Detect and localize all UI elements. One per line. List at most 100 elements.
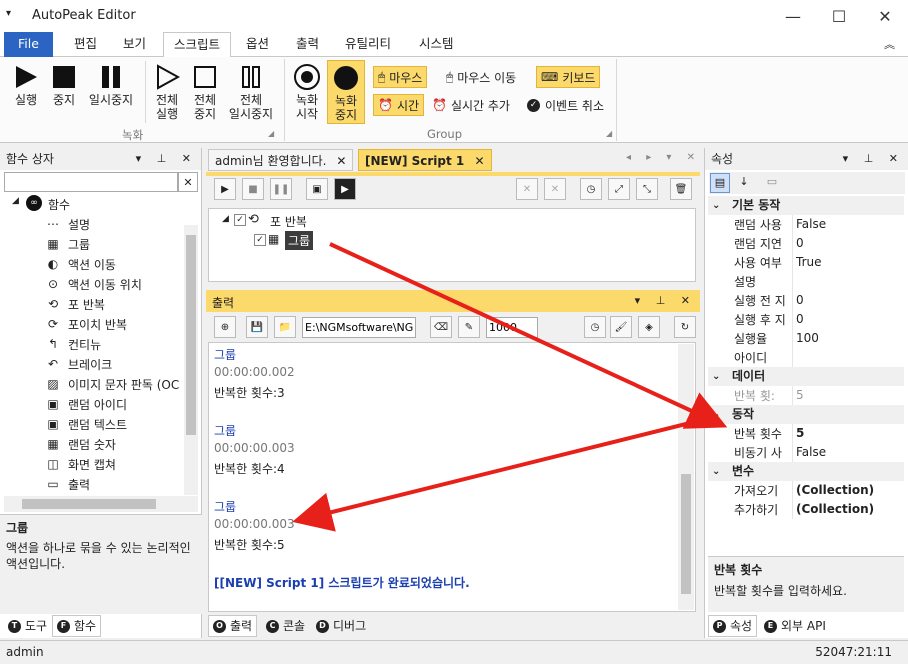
function-item[interactable]: ◐ 액션 이동 (46, 254, 116, 274)
tab-close-icon[interactable]: ✕ (474, 154, 484, 168)
editor-timer-icon[interactable]: ◷ (580, 178, 602, 200)
tree-loop-label[interactable]: 포 반복 (270, 213, 307, 230)
output-path-field[interactable] (302, 317, 416, 338)
editor-collapse-icon[interactable]: ⤡ (636, 178, 658, 200)
tree-group-label[interactable]: 그룹 (285, 231, 314, 250)
property-category[interactable]: ⌄ 변수 (708, 462, 904, 481)
dialog-launcher-icon[interactable]: ◢ (606, 129, 612, 138)
maximize-icon[interactable]: ☐ (816, 0, 862, 32)
sort-az-icon[interactable]: ↓ (734, 173, 754, 193)
pause-all-button[interactable]: 전체 일시중지 (224, 63, 278, 121)
mouse-move-toggle[interactable]: 🖱 마우스 이동 (446, 66, 516, 88)
function-item[interactable]: ▦ 그룹 (46, 234, 90, 254)
categorized-icon[interactable]: ▤ (710, 173, 730, 193)
tab-external-api[interactable]: E 외부 API (760, 615, 830, 637)
output-clear-icon[interactable]: ⌫ (430, 316, 452, 338)
property-row[interactable]: 반복 횟수 5 (708, 424, 904, 443)
property-row[interactable]: 가져오기 (Collection) (708, 481, 904, 500)
tab-tools[interactable]: T 도구 (4, 615, 51, 637)
function-item[interactable]: ▣ 랜덤 아이디 (46, 394, 127, 414)
menu-view[interactable]: 보기 (113, 32, 156, 57)
ribbon-collapse-icon[interactable]: ︽ (884, 36, 895, 52)
category-collapse-icon[interactable]: ⌄ (712, 462, 720, 481)
property-row[interactable]: 사용 여부 True (708, 253, 904, 272)
run-button[interactable]: 실행 (10, 63, 42, 107)
editor-disable-icon[interactable]: ✕ (516, 178, 538, 200)
dialog-launcher-icon[interactable]: ◢ (268, 129, 274, 138)
menu-utility[interactable]: 유틸리티 (335, 32, 401, 57)
category-collapse-icon[interactable]: ⌄ (712, 196, 720, 215)
output-scrollbar[interactable] (678, 344, 694, 610)
function-item[interactable]: ▦ 랜덤 숫자 (46, 434, 116, 454)
system-menu-icon[interactable]: ▾ (6, 8, 11, 19)
output-eraser-icon[interactable]: ✎ (458, 316, 480, 338)
function-item[interactable]: ▣ 랜덤 텍스트 (46, 414, 127, 434)
editor-run-selection-icon[interactable]: ▶ (334, 178, 356, 200)
event-cancel-toggle[interactable]: ✓ 이벤트 취소 (527, 94, 604, 116)
property-row[interactable]: 아이디 (708, 348, 904, 367)
tab-output[interactable]: O 출력 (208, 615, 258, 637)
property-row[interactable]: 설명 (708, 272, 904, 291)
editor-expand-icon[interactable]: ⤢ (608, 178, 630, 200)
tab-close-icon[interactable]: ✕ (336, 154, 346, 168)
property-row[interactable]: 랜덤 사용 False (708, 215, 904, 234)
function-item[interactable]: ▨ 이미지 문자 판독 (OC (46, 374, 179, 394)
editor-delete-icon[interactable]: 🗑 (670, 178, 692, 200)
realtime-add-toggle[interactable]: ⏰ 실시간 추가 (432, 94, 510, 116)
tab-debug[interactable]: D 디버그 (312, 615, 370, 637)
function-hscrollbar[interactable] (4, 496, 198, 512)
panel-controls-icon[interactable]: ▾ ⊥ ✕ (843, 148, 904, 170)
time-toggle[interactable]: ⏰ 시간 (373, 94, 425, 116)
output-brush-icon[interactable]: 🖌 (610, 316, 632, 338)
record-stop-button[interactable]: 녹화 중지 (327, 60, 365, 124)
function-item[interactable]: ⟳ 포이치 반복 (46, 314, 127, 334)
category-collapse-icon[interactable]: ⌄ (712, 405, 720, 424)
property-category[interactable]: ⌄ 동작 (708, 405, 904, 424)
editor-disable2-icon[interactable]: ✕ (544, 178, 566, 200)
function-scrollbar[interactable] (184, 225, 198, 495)
keyboard-toggle[interactable]: ⌨ 키보드 (536, 66, 601, 88)
property-pages-icon[interactable]: ▭ (762, 173, 782, 193)
function-item[interactable]: ⋯ 설명 (46, 214, 90, 234)
function-item[interactable]: ⊙ 액션 이동 위치 (46, 274, 142, 294)
property-row[interactable]: 반복 횟: 5 (708, 386, 904, 405)
mouse-toggle[interactable]: 🖱 마우스 (373, 66, 428, 88)
function-item[interactable]: ↰ 컨티뉴 (46, 334, 101, 354)
property-category[interactable]: ⌄ 기본 동작 (708, 196, 904, 215)
tab-nav-icon[interactable]: ◂ ▸ ▾ ✕ (626, 152, 701, 163)
output-refresh-icon[interactable]: ↻ (674, 316, 696, 338)
output-save-icon[interactable]: 💾 (246, 316, 268, 338)
output-folder-icon[interactable]: 📁 (274, 316, 296, 338)
close-icon[interactable]: ✕ (862, 0, 908, 32)
menu-edit[interactable]: 편집 (64, 32, 107, 57)
editor-stop-icon[interactable]: ■ (242, 178, 264, 200)
search-clear-icon[interactable]: ✕ (178, 172, 198, 192)
tab-properties[interactable]: P 속성 (708, 615, 758, 637)
tab-console[interactable]: C 콘솔 (262, 615, 309, 637)
output-limit-stepper[interactable] (486, 317, 538, 338)
menu-file[interactable]: File (4, 32, 53, 57)
tree-expand-icon[interactable]: ◢ (222, 214, 229, 224)
stop-button[interactable]: 중지 (48, 63, 80, 107)
output-clock-icon[interactable]: ◷ (584, 316, 606, 338)
menu-system[interactable]: 시스템 (409, 32, 464, 57)
property-row[interactable]: 랜덤 지연 0 (708, 234, 904, 253)
editor-pause-icon[interactable]: ❚❚ (270, 178, 292, 200)
property-row[interactable]: 실행 후 지0 (708, 310, 904, 329)
output-add-icon[interactable]: ⊕ (214, 316, 236, 338)
output-fill-icon[interactable]: ◈ (638, 316, 660, 338)
property-row[interactable]: 추가하기 (Collection) (708, 500, 904, 519)
tab-functions[interactable]: F 함수 (52, 615, 102, 637)
menu-options[interactable]: 옵션 (236, 32, 279, 57)
panel-controls-icon[interactable]: ▾ ⊥ ✕ (635, 294, 696, 308)
property-row[interactable]: 실행 전 지0 (708, 291, 904, 310)
menu-script[interactable]: 스크립트 (163, 32, 232, 58)
function-search-input[interactable] (4, 172, 178, 192)
expand-arrow-icon[interactable]: ◢ (12, 196, 19, 206)
minimize-icon[interactable]: — (770, 0, 816, 32)
function-item[interactable]: ↶ 브레이크 (46, 354, 112, 374)
function-item[interactable]: ◫ 화면 캡쳐 (46, 454, 116, 474)
pause-button[interactable]: 일시중지 (84, 63, 138, 107)
run-all-button[interactable]: 전체 실행 (150, 63, 184, 121)
property-category[interactable]: ⌄ 데이터 (708, 367, 904, 386)
